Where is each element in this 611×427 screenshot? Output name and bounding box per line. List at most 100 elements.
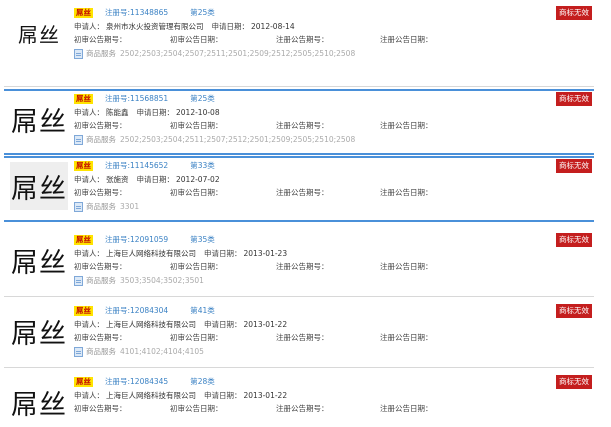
reg-issue-label: 注册公告期号： xyxy=(276,121,329,130)
apply-date-value: 2012-10-08 xyxy=(176,108,220,117)
status-badge: 商标无效 xyxy=(556,159,592,173)
trademark-logo[interactable]: 屌丝 xyxy=(10,378,68,426)
first-trial-issue-label: 初审公告期号： xyxy=(74,35,127,44)
registration-number-link[interactable]: 注册号:11568851 xyxy=(105,93,168,104)
reg-issue-label: 注册公告期号： xyxy=(276,35,329,44)
row-highlight-bottom xyxy=(4,153,594,155)
applicant-label: 申请人： xyxy=(74,249,104,258)
applicant-label: 申请人： xyxy=(74,175,104,184)
trademark-row[interactable]: 屌丝 屌丝 注册号:11348865 第25类 申请人： 泉州市水火投资管理有限… xyxy=(4,3,594,69)
service-codes: 2502;2503;2504;2511;2507;2512;2501;2509;… xyxy=(120,135,356,144)
apply-date-value: 2012-07-02 xyxy=(176,175,220,184)
status-badge: 商标无效 xyxy=(556,375,592,389)
service-doc-icon xyxy=(74,48,83,59)
first-trial-issue-label: 初审公告期号： xyxy=(74,333,127,342)
class-link[interactable]: 第28类 xyxy=(190,376,215,387)
first-trial-date-label: 初审公告日期： xyxy=(170,121,223,130)
reg-issue-label: 注册公告期号： xyxy=(276,188,329,197)
registration-number-link[interactable]: 注册号:11348865 xyxy=(105,7,168,18)
row-highlight-top xyxy=(4,89,594,91)
reg-issue-label: 注册公告期号： xyxy=(276,333,329,342)
class-link[interactable]: 第25类 xyxy=(190,7,215,18)
registration-number-link[interactable]: 注册号:12084304 xyxy=(105,305,168,316)
service-codes: 3503;3504;3502;3501 xyxy=(120,276,204,285)
trademark-results-list: 屌丝 屌丝 注册号:11348865 第25类 申请人： 泉州市水火投资管理有限… xyxy=(0,0,611,427)
reg-issue-label: 注册公告期号： xyxy=(276,404,329,413)
applicant-label: 申请人： xyxy=(74,320,104,329)
first-trial-date-label: 初审公告日期： xyxy=(170,404,223,413)
status-badge: 商标无效 xyxy=(556,6,592,20)
trademark-name-tag[interactable]: 屌丝 xyxy=(74,234,93,245)
service-doc-icon xyxy=(74,275,83,286)
apply-date-label: 申请日期： xyxy=(136,175,175,184)
applicant-label: 申请人： xyxy=(74,108,104,117)
applicant-value: 上海巨人网络科技有限公司 xyxy=(106,249,196,258)
row-highlight-top xyxy=(4,156,594,158)
first-trial-issue-label: 初审公告期号： xyxy=(74,121,127,130)
row-highlight-bottom xyxy=(4,220,594,222)
applicant-value: 陈能鑫 xyxy=(106,108,129,117)
class-link[interactable]: 第33类 xyxy=(190,160,215,171)
service-label: 商品服务 xyxy=(86,202,116,211)
apply-date-value: 2013-01-22 xyxy=(243,391,288,400)
trademark-logo-text: 屌丝 xyxy=(11,389,67,421)
apply-date-label: 申请日期： xyxy=(204,391,242,400)
trademark-logo[interactable]: 屌丝 xyxy=(10,162,68,210)
trademark-name-tag[interactable]: 屌丝 xyxy=(74,376,93,387)
trademark-logo-text: 屌丝 xyxy=(11,173,67,205)
trademark-logo[interactable]: 屌丝 xyxy=(10,307,68,355)
status-badge: 商标无效 xyxy=(556,92,592,106)
status-badge: 商标无效 xyxy=(556,304,592,318)
applicant-label: 申请人： xyxy=(74,391,104,400)
registration-number-link[interactable]: 注册号:12084345 xyxy=(105,376,168,387)
trademark-row[interactable]: 屌丝 屌丝 注册号:12084304 第41类 申请人： 上海巨人网络科技有限公… xyxy=(4,301,594,367)
class-link[interactable]: 第35类 xyxy=(190,234,215,245)
trademark-logo-text: 屌丝 xyxy=(18,22,60,47)
apply-date-label: 申请日期： xyxy=(204,320,242,329)
applicant-value: 泉州市水火投资管理有限公司 xyxy=(106,22,204,31)
class-link[interactable]: 第41类 xyxy=(190,305,215,316)
service-doc-icon xyxy=(74,346,83,357)
trademark-logo[interactable]: 屌丝 xyxy=(10,9,68,57)
apply-date-value: 2012-08-14 xyxy=(251,22,295,31)
reg-issue-label: 注册公告期号： xyxy=(276,262,329,271)
trademark-logo-text: 屌丝 xyxy=(11,318,67,350)
service-codes: 3301 xyxy=(120,202,140,211)
trademark-row[interactable]: 屌丝 屌丝 注册号:12084345 第28类 申请人： 上海巨人网络科技有限公… xyxy=(4,372,594,427)
trademark-row[interactable]: 屌丝 屌丝 注册号:11568851 第25类 申请人： 陈能鑫 申请日期： 2… xyxy=(4,89,594,155)
service-doc-icon xyxy=(74,201,83,212)
trademark-name-tag[interactable]: 屌丝 xyxy=(74,160,93,171)
service-label: 商品服务 xyxy=(86,49,116,58)
registration-number-link[interactable]: 注册号:12091059 xyxy=(105,234,168,245)
first-trial-date-label: 初审公告日期： xyxy=(170,262,223,271)
apply-date-label: 申请日期： xyxy=(204,249,242,258)
registration-number-link[interactable]: 注册号:11145652 xyxy=(105,160,168,171)
trademark-row[interactable]: 屌丝 屌丝 注册号:11145652 第33类 申请人： 张施资 申请日期： 2… xyxy=(4,156,594,222)
first-trial-date-label: 初审公告日期： xyxy=(170,188,223,197)
trademark-name-tag[interactable]: 屌丝 xyxy=(74,305,93,316)
trademark-name-tag[interactable]: 屌丝 xyxy=(74,93,93,104)
applicant-value: 张施资 xyxy=(106,175,129,184)
trademark-logo-text: 屌丝 xyxy=(11,247,67,279)
apply-date-value: 2013-01-23 xyxy=(243,249,288,258)
class-link[interactable]: 第25类 xyxy=(190,93,215,104)
reg-date-label: 注册公告日期： xyxy=(380,333,433,342)
applicant-value: 上海巨人网络科技有限公司 xyxy=(106,320,196,329)
reg-date-label: 注册公告日期： xyxy=(380,188,433,197)
first-trial-date-label: 初审公告日期： xyxy=(170,333,223,342)
first-trial-issue-label: 初审公告期号： xyxy=(74,404,127,413)
first-trial-date-label: 初审公告日期： xyxy=(170,35,223,44)
reg-date-label: 注册公告日期： xyxy=(380,262,433,271)
apply-date-value: 2013-01-22 xyxy=(243,320,288,329)
trademark-logo[interactable]: 屌丝 xyxy=(10,236,68,284)
first-trial-issue-label: 初审公告期号： xyxy=(74,262,127,271)
applicant-value: 上海巨人网络科技有限公司 xyxy=(106,391,196,400)
status-badge: 商标无效 xyxy=(556,233,592,247)
trademark-name-tag[interactable]: 屌丝 xyxy=(74,7,93,18)
trademark-row[interactable]: 屌丝 屌丝 注册号:12091059 第35类 申请人： 上海巨人网络科技有限公… xyxy=(4,230,594,296)
trademark-logo-text: 屌丝 xyxy=(11,106,67,138)
trademark-logo[interactable]: 屌丝 xyxy=(10,95,68,143)
reg-date-label: 注册公告日期： xyxy=(380,404,433,413)
reg-date-label: 注册公告日期： xyxy=(380,121,433,130)
service-label: 商品服务 xyxy=(86,276,116,285)
